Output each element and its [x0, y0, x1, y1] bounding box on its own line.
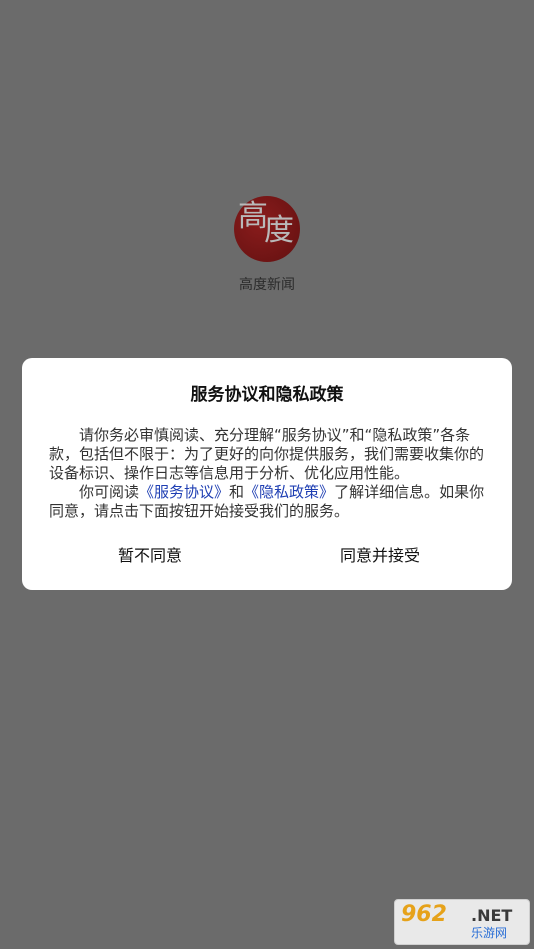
para2-prefix: 你可阅读 [79, 483, 140, 501]
agree-button[interactable]: 同意并接受 [340, 542, 420, 566]
watermark-logo: 962 .NET 乐游网 [394, 899, 530, 945]
privacy-policy-link[interactable]: 《隐私政策》 [244, 483, 334, 501]
app-logo: 高 度 [234, 196, 300, 262]
logo-char-2: 度 [264, 213, 294, 248]
service-agreement-link[interactable]: 《服务协议》 [139, 483, 229, 501]
watermark-cn: 乐游网 [471, 926, 508, 940]
privacy-dialog: 服务协议和隐私政策 请你务必审慎阅读、充分理解“服务协议”和“隐私政策”各条款，… [22, 358, 512, 590]
dialog-paragraph-2: 你可阅读《服务协议》和《隐私政策》了解详细信息。如果你同意，请点击下面按钮开始接… [49, 483, 493, 521]
dialog-paragraph-1: 请你务必审慎阅读、充分理解“服务协议”和“隐私政策”各条款，包括但不限于：为了更… [49, 426, 485, 482]
app-name: 高度新闻 [239, 277, 295, 293]
para2-and: 和 [229, 483, 245, 501]
watermark-suffix: .NET [471, 906, 513, 925]
dialog-title: 服务协议和隐私政策 [190, 385, 344, 405]
watermark-number: 962 [401, 902, 447, 927]
dialog-body: 请你务必审慎阅读、充分理解“服务协议”和“隐私政策”各条款，包括但不限于：为了更… [49, 426, 493, 521]
disagree-button[interactable]: 暂不同意 [118, 542, 182, 566]
